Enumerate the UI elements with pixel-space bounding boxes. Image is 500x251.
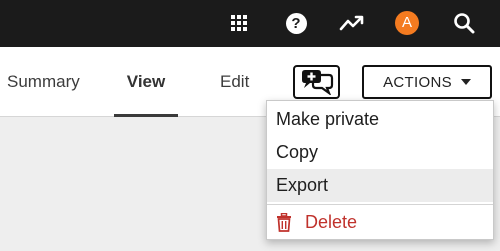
tab-label: Summary <box>7 72 80 91</box>
apps-grid-icon[interactable] <box>226 10 252 36</box>
menu-item-export[interactable]: Export <box>267 169 493 202</box>
menu-item-delete[interactable]: Delete <box>267 206 493 239</box>
tab-edit[interactable]: Edit <box>220 47 249 117</box>
tab-view[interactable]: View <box>114 47 178 117</box>
top-navigation-bar: ? A <box>0 0 500 47</box>
help-glyph: ? <box>285 12 307 34</box>
help-icon[interactable]: ? <box>283 10 309 36</box>
avatar-initial: A <box>395 11 419 35</box>
tab-label: View <box>126 72 166 91</box>
tab-summary[interactable]: Summary <box>7 47 80 117</box>
menu-item-label: Make private <box>276 109 380 129</box>
search-icon[interactable] <box>451 10 477 36</box>
menu-item-label: Delete <box>305 212 358 232</box>
menu-item-label: Copy <box>276 142 319 162</box>
caret-down-icon <box>460 79 471 85</box>
tab-label: Edit <box>220 72 250 91</box>
activity-chart-icon[interactable] <box>339 10 365 36</box>
user-avatar[interactable]: A <box>394 10 420 36</box>
menu-item-make-private[interactable]: Make private <box>267 103 493 136</box>
menu-item-label: Export <box>276 175 329 195</box>
actions-menu: Make private Copy Export Delete <box>266 100 494 240</box>
menu-divider <box>267 204 493 205</box>
actions-label: ACTIONS <box>383 73 452 91</box>
actions-dropdown-button[interactable]: ACTIONS <box>362 65 492 99</box>
chat-add-icon <box>301 70 333 95</box>
chat-button[interactable] <box>293 65 340 99</box>
menu-item-copy[interactable]: Copy <box>267 136 493 169</box>
active-tab-indicator <box>114 114 178 117</box>
trash-icon <box>276 213 294 233</box>
